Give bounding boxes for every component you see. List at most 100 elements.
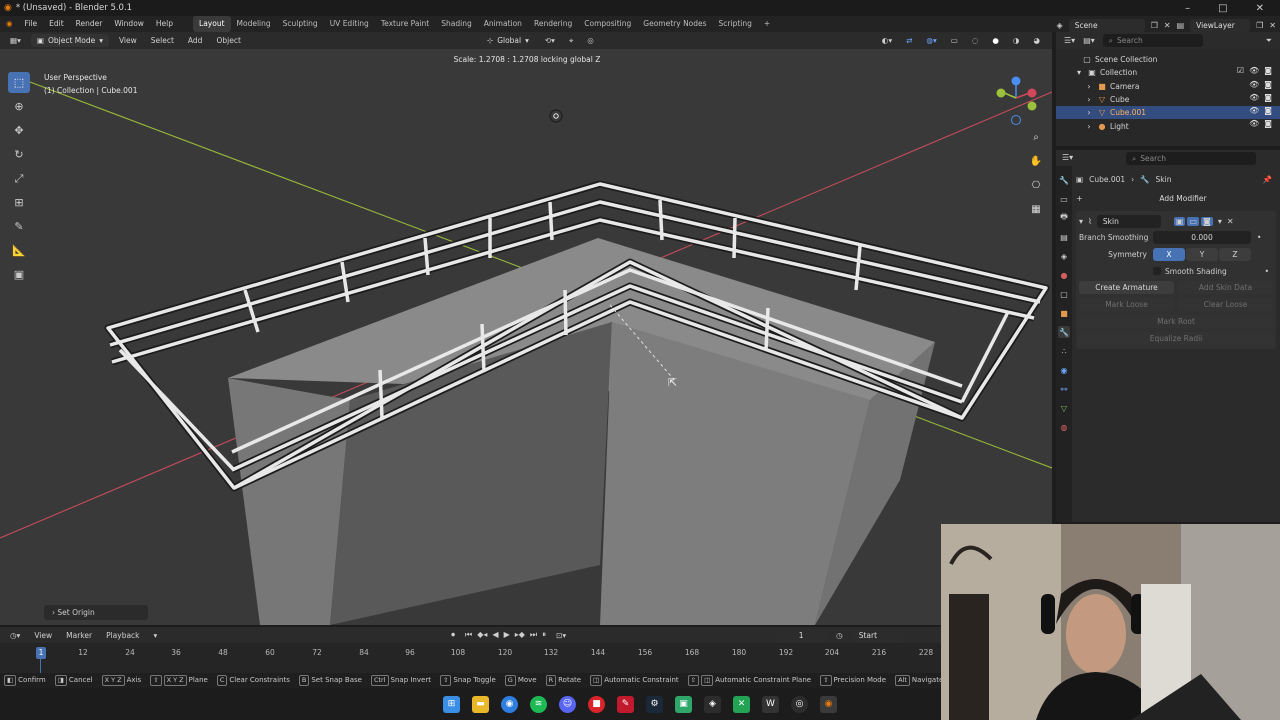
camera-render-icon[interactable]: ◙	[1264, 66, 1272, 75]
solid-shading-icon[interactable]: ●	[988, 36, 1003, 45]
keyframe-dot-icon[interactable]: •	[1257, 233, 1261, 242]
snap-icon[interactable]: ⌖	[565, 36, 577, 46]
render-toggle-icon[interactable]: ◙	[1201, 217, 1213, 226]
rendered-shading-icon[interactable]: ◕	[1029, 36, 1044, 45]
eye-icon[interactable]: 👁	[1249, 93, 1259, 102]
record-icon[interactable]: ⏺	[447, 630, 459, 640]
camera-render-icon[interactable]: ◙	[1264, 119, 1272, 128]
display-mode-icon[interactable]: ▤▾	[1083, 36, 1095, 45]
steam-icon[interactable]: ⚙	[646, 695, 663, 713]
render-tab-icon[interactable]: ▭	[1058, 193, 1070, 205]
new-scene-icon[interactable]: ❐	[1151, 21, 1158, 30]
add-skin-data-button[interactable]: Add Skin Data	[1178, 281, 1273, 294]
app-icon[interactable]: ▣	[675, 695, 692, 713]
clear-loose-button[interactable]: Clear Loose	[1178, 298, 1273, 311]
grid-view-icon[interactable]: ▦	[1027, 200, 1045, 218]
tab-texture-paint[interactable]: Texture Paint	[375, 16, 435, 32]
measure-tool-icon[interactable]: 📐	[8, 240, 30, 261]
timeline-editor-type-icon[interactable]: ◷▾	[6, 631, 24, 640]
controller-icon[interactable]: ◈	[704, 695, 721, 713]
close-icon[interactable]: ✕	[1227, 217, 1234, 226]
creative-app-icon[interactable]: ✎	[617, 695, 634, 713]
collection-tab-icon[interactable]: ▢	[1058, 288, 1070, 300]
timeline-menu-marker[interactable]: Marker	[62, 631, 96, 640]
excel-icon[interactable]: ✕	[733, 695, 750, 713]
transform-orientation-selector[interactable]: ⊹ Global ▾	[480, 34, 535, 47]
tab-animation[interactable]: Animation	[478, 16, 528, 32]
tab-uv-editing[interactable]: UV Editing	[324, 16, 375, 32]
jump-start-icon[interactable]: ⏮	[465, 630, 472, 640]
modifier-name-field[interactable]: Skin	[1096, 215, 1161, 228]
outliner-item-camera[interactable]: › ■ Camera 👁 ◙	[1056, 80, 1280, 93]
menu-object[interactable]: Object	[212, 36, 244, 45]
menu-file[interactable]: File	[19, 16, 44, 32]
physics-tab-icon[interactable]: ◉	[1058, 364, 1070, 376]
scene-selector[interactable]: Scene	[1068, 18, 1145, 32]
next-keyframe-icon[interactable]: ▸◆	[515, 630, 525, 640]
wireframe-shading-icon[interactable]: ◌	[968, 36, 983, 45]
play-reverse-icon[interactable]: ◀	[492, 630, 498, 640]
visibility-icon[interactable]: ◐▾	[878, 36, 896, 45]
menu-view[interactable]: View	[115, 36, 141, 45]
editor-type-icon[interactable]: ▦▾	[6, 36, 25, 45]
overlay-icon[interactable]: ◍▾	[922, 36, 940, 45]
chevron-right-icon[interactable]: ›	[1084, 122, 1094, 131]
timeline-menu-view[interactable]: View	[30, 631, 56, 640]
select-box-tool-icon[interactable]: ⬚	[8, 72, 30, 93]
smooth-shading-checkbox[interactable]	[1153, 267, 1161, 275]
symmetry-x-toggle[interactable]: X	[1153, 248, 1185, 261]
outliner-search-input[interactable]: ⌕ Search	[1102, 34, 1203, 47]
checkbox-icon[interactable]: ☑	[1237, 66, 1244, 75]
mark-loose-button[interactable]: Mark Loose	[1079, 298, 1174, 311]
scale-tool-icon[interactable]: ⤢	[8, 168, 30, 189]
remove-view-layer-icon[interactable]: ✕	[1269, 21, 1276, 30]
create-armature-button[interactable]: Create Armature	[1079, 281, 1174, 294]
menu-add[interactable]: Add	[184, 36, 207, 45]
auto-key-icon[interactable]: ⊡▾	[552, 631, 570, 640]
add-cube-tool-icon[interactable]: ▣	[8, 264, 30, 285]
chevron-right-icon[interactable]: ›	[1084, 82, 1094, 91]
minimize-icon[interactable]: –	[1185, 3, 1190, 14]
blender-taskbar-icon[interactable]: ◉	[820, 695, 837, 713]
mode-selector[interactable]: ▣ Object Mode ▾	[30, 34, 109, 47]
chevron-down-icon[interactable]: ▾	[1079, 217, 1083, 226]
material-tab-icon[interactable]: ◍	[1058, 421, 1070, 433]
editor-type-icon[interactable]: ☰▾	[1064, 36, 1075, 45]
transform-tool-icon[interactable]: ⊞	[8, 192, 30, 213]
menu-select[interactable]: Select	[147, 36, 178, 45]
outliner-scene-collection[interactable]: ▢ Scene Collection	[1056, 53, 1280, 66]
editmode-toggle-icon[interactable]: ▣	[1173, 217, 1186, 226]
tab-sculpting[interactable]: Sculpting	[277, 16, 324, 32]
camera-render-icon[interactable]: ◙	[1264, 93, 1272, 102]
outliner-item-cube[interactable]: › ▽ Cube 👁 ◙	[1056, 93, 1280, 106]
properties-editor-type-icon[interactable]: ☰▾	[1062, 153, 1073, 162]
new-view-layer-icon[interactable]: ❐	[1256, 21, 1263, 30]
remove-scene-icon[interactable]: ✕	[1164, 21, 1171, 30]
scene-tab-icon[interactable]: ◈	[1058, 250, 1070, 262]
branch-smoothing-field[interactable]: 0.000	[1153, 231, 1251, 244]
particles-tab-icon[interactable]: ∴	[1058, 345, 1070, 357]
add-modifier-button[interactable]: Add Modifier	[1090, 192, 1276, 205]
output-tab-icon[interactable]: 🖶	[1058, 212, 1070, 224]
tab-shading[interactable]: Shading	[435, 16, 477, 32]
timeline-menu-playback[interactable]: Playback	[102, 631, 143, 640]
symmetry-z-toggle[interactable]: Z	[1219, 248, 1251, 261]
chevron-right-icon[interactable]: ›	[1084, 108, 1094, 117]
xray-icon[interactable]: ▭	[947, 36, 962, 45]
chevron-right-icon[interactable]: ›	[1084, 95, 1094, 104]
camera-render-icon[interactable]: ◙	[1264, 106, 1272, 115]
maximize-icon[interactable]: □	[1218, 3, 1227, 14]
menu-edit[interactable]: Edit	[43, 16, 70, 32]
modifier-tab-icon[interactable]: 🔧	[1058, 326, 1070, 338]
tab-compositing[interactable]: Compositing	[578, 16, 637, 32]
close-icon[interactable]: ✕	[1256, 3, 1264, 14]
outliner-item-light[interactable]: › ● Light 👁 ◙	[1056, 119, 1280, 132]
file-explorer-icon[interactable]: ▬	[472, 695, 489, 713]
last-operator-panel[interactable]: › Set Origin	[44, 605, 148, 620]
3d-viewport[interactable]: ⇱ Scale: 1.2708 : 1.2708 locking global …	[0, 49, 1052, 625]
current-frame-field[interactable]: 1	[776, 628, 827, 642]
tab-scripting[interactable]: Scripting	[713, 16, 758, 32]
eye-icon[interactable]: 👁	[1249, 66, 1259, 75]
camera-view-icon[interactable]: ⎔	[1027, 176, 1045, 194]
view-layer-selector[interactable]: ViewLayer	[1190, 18, 1251, 32]
